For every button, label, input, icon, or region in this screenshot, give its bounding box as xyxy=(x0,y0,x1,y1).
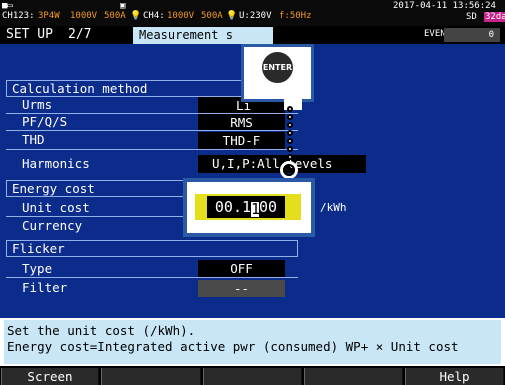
pfqs-value[interactable]: RMS xyxy=(198,114,285,131)
datetime: 2017-04-11 13:56:24 xyxy=(393,1,496,11)
chain-link-icon xyxy=(287,146,293,152)
chain-link-icon xyxy=(287,130,293,136)
f4-button[interactable] xyxy=(304,368,403,385)
flicker-filter-label: Filter xyxy=(22,280,68,295)
chain-link-icon xyxy=(287,114,293,120)
divider xyxy=(6,277,298,278)
f2-button[interactable] xyxy=(101,368,201,385)
section-flicker: Flicker xyxy=(6,240,298,257)
f1-screen-button[interactable]: Screen xyxy=(1,368,99,385)
voltage-range-4: 1000V xyxy=(167,11,195,21)
tab-measurement-settings[interactable]: Measurement s xyxy=(133,27,273,44)
clamp-sensor-icon: 💡 xyxy=(130,11,142,21)
nominal-voltage: U:230V xyxy=(239,11,272,21)
harmonics-label: Harmonics xyxy=(22,156,90,171)
f5-help-button[interactable]: Help xyxy=(405,368,504,385)
ch4-label: CH4: xyxy=(143,11,165,21)
voltage-range-1: 1000V xyxy=(70,11,98,21)
help-line-2: Energy cost=Integrated active pwr (consu… xyxy=(7,339,459,354)
thd-value[interactable]: THD-F xyxy=(198,132,285,149)
flicker-filter-value: -- xyxy=(198,280,285,297)
title-bar: SET UP 2/7 Measurement s EVENT 0 xyxy=(0,26,505,44)
f3-button[interactable] xyxy=(203,368,302,385)
chain-link-icon xyxy=(287,138,293,144)
unit-cost-edit-highlight: 00.1100 xyxy=(195,194,301,220)
clamp-sensor-icon-2: 💡 xyxy=(226,11,238,21)
event-count: 0 xyxy=(444,28,500,42)
unit-cost-digits-after: 00 xyxy=(259,198,278,216)
enter-key-icon: ENTER xyxy=(262,52,293,83)
chain-link-icon xyxy=(287,122,293,128)
unit-cost-input[interactable]: 00.1100 xyxy=(207,196,285,218)
sd-label: SD xyxy=(466,12,477,22)
ring-inner-icon xyxy=(283,164,295,176)
memory-icon: ▣ xyxy=(120,1,126,11)
page-indicator: 2/7 xyxy=(68,27,92,42)
flicker-type-label: Type xyxy=(22,261,53,276)
enter-key-callout: ENTER xyxy=(241,44,314,102)
battery-icon: ■▭ xyxy=(2,1,13,11)
chain-link-icon xyxy=(287,154,293,160)
help-message: Set the unit cost (/kWh). Energy cost=In… xyxy=(4,320,501,364)
status-bar: ■▭ ▣ CH123: 3P4W 1000V 500A 💡 CH4: 1000V… xyxy=(0,0,505,26)
wiring-label: 3P4W xyxy=(38,11,60,21)
unit-cost-label: Unit cost xyxy=(22,200,90,215)
sd-capacity-bar: 32days xyxy=(484,12,505,22)
urms-label: Urms xyxy=(22,97,53,112)
ch123-label: CH123: xyxy=(2,11,35,21)
unit-cost-digits-before: 00.1 xyxy=(214,198,252,216)
edit-cursor: 1 xyxy=(251,200,261,218)
unit-cost-unit: /kWh xyxy=(320,201,347,214)
sd-days: 32days xyxy=(485,12,505,22)
flicker-type-value[interactable]: OFF xyxy=(198,260,285,277)
pfqs-label: PF/Q/S xyxy=(22,114,68,129)
currency-label: Currency xyxy=(22,218,83,233)
divider xyxy=(6,130,298,131)
current-range-1: 500A xyxy=(104,11,126,21)
function-key-bar: Screen Help xyxy=(0,366,505,385)
divider xyxy=(6,149,298,150)
help-line-1: Set the unit cost (/kWh). xyxy=(7,323,196,338)
thd-label: THD xyxy=(22,132,45,147)
chain-link-icon xyxy=(287,106,293,112)
screen-title: SET UP xyxy=(6,27,53,42)
current-range-4: 500A xyxy=(201,11,223,21)
frequency: f:50Hz xyxy=(279,11,312,21)
divider xyxy=(6,256,298,257)
unit-cost-zoom-callout: 00.1100 xyxy=(183,178,315,237)
